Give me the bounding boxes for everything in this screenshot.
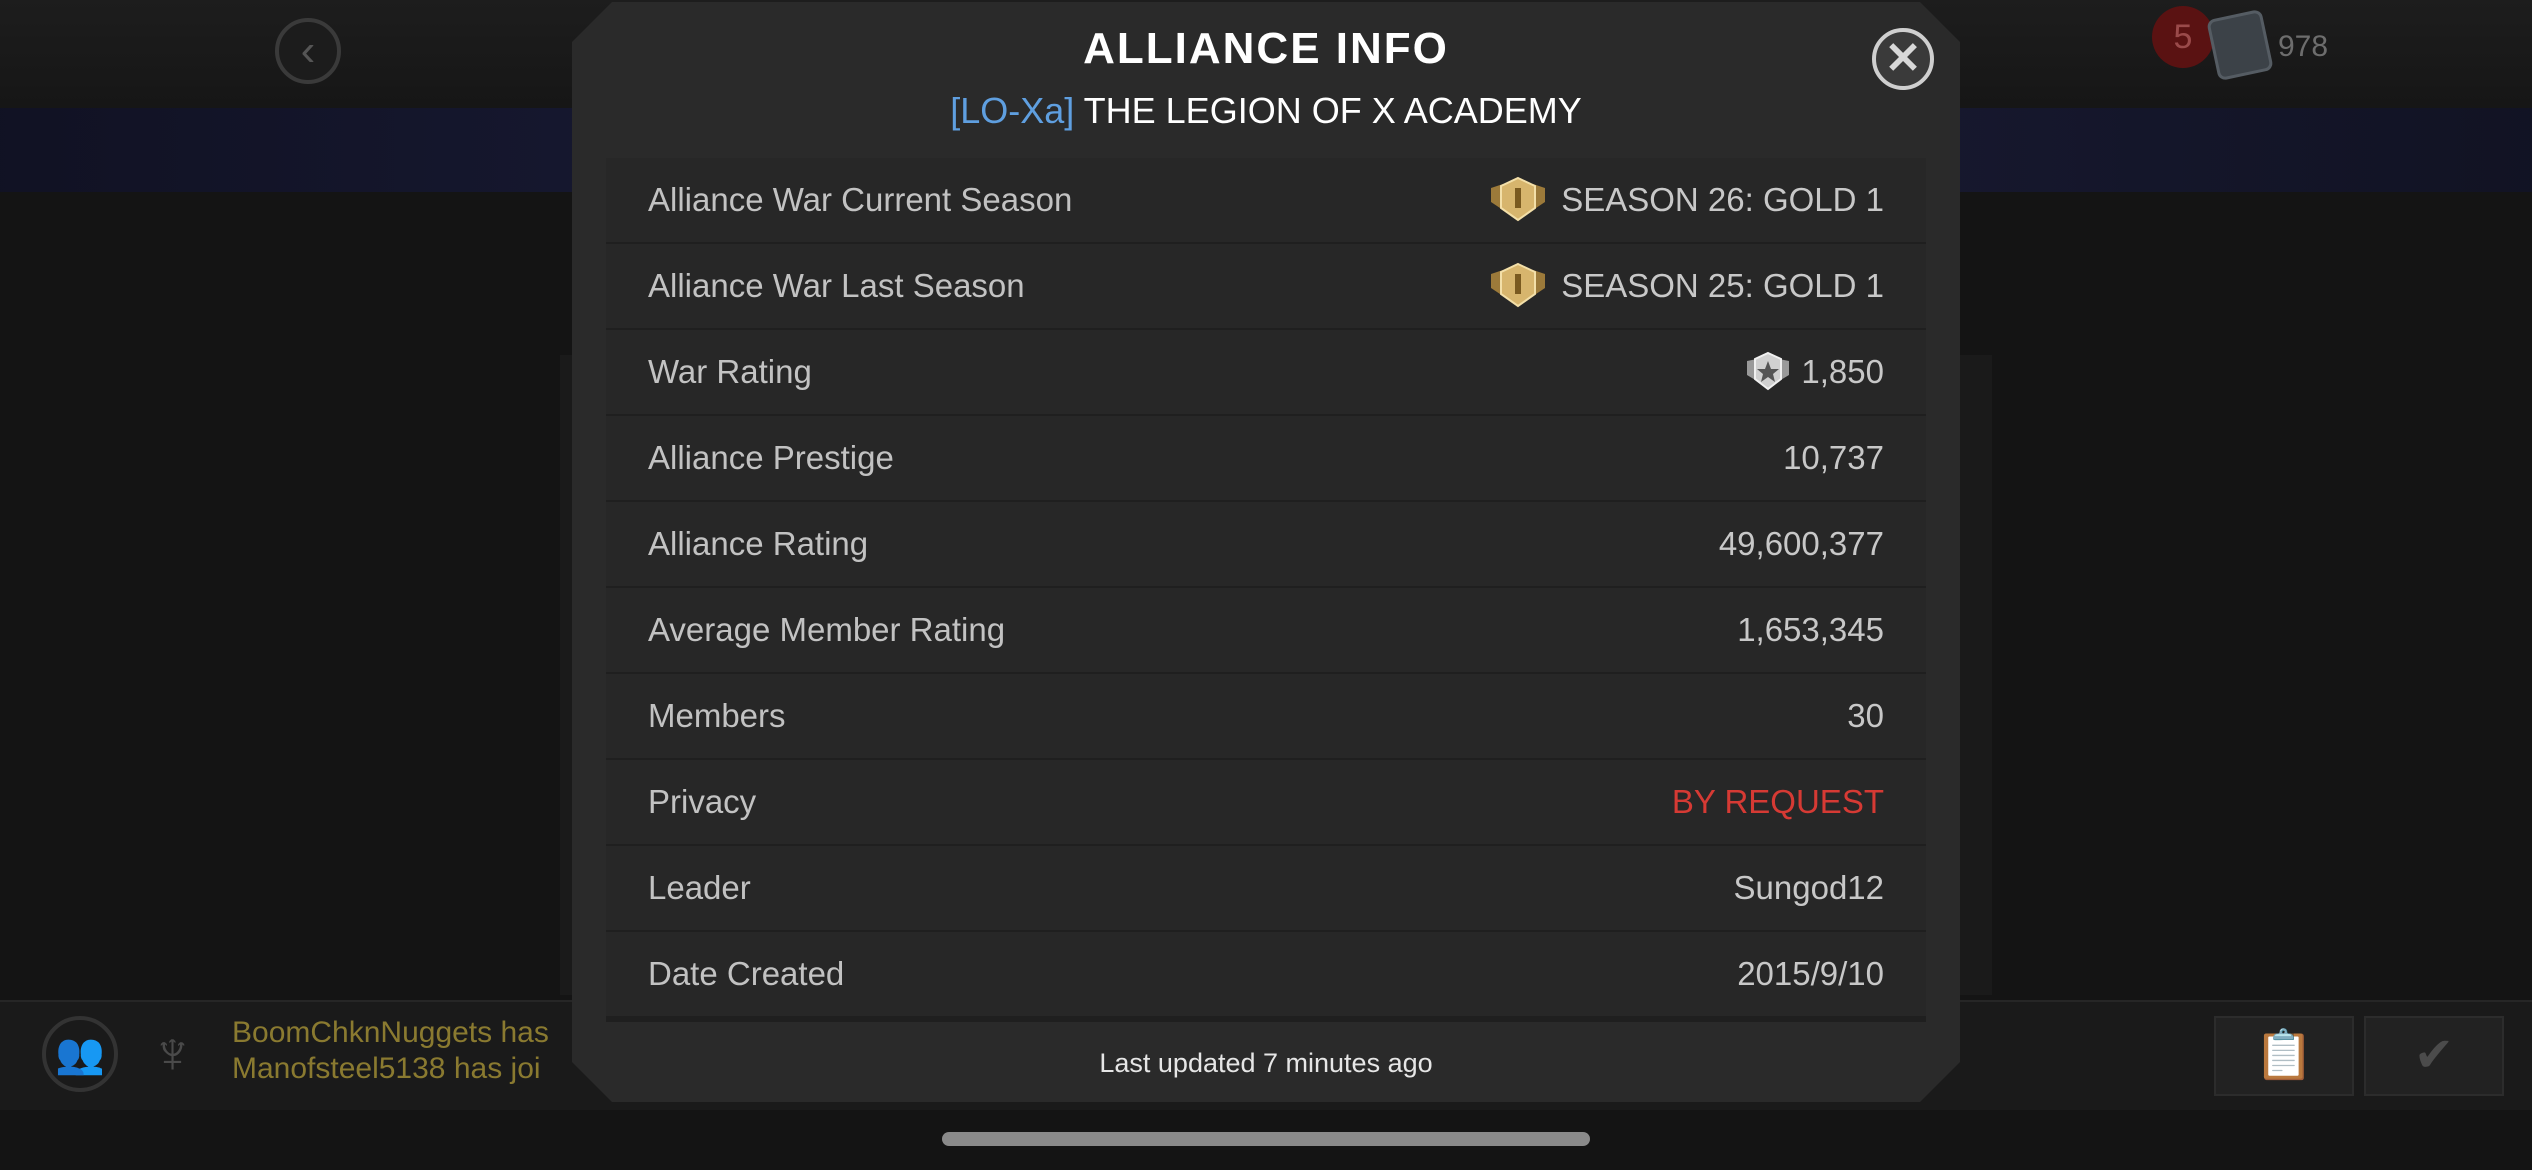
row-value: 1,850 xyxy=(1745,330,1884,414)
row-value: 2015/9/10 xyxy=(1737,955,1884,992)
gold-rank-badge-icon xyxy=(1491,263,1546,308)
season-value: SEASON 25: GOLD 1 xyxy=(1561,267,1884,304)
row-label: Alliance War Current Season xyxy=(648,181,1073,218)
row-value: 1,653,345 xyxy=(1737,611,1884,648)
privacy-value: BY REQUEST xyxy=(1671,783,1884,820)
card-icon[interactable] xyxy=(2206,8,2274,82)
info-row-members: Members 30 xyxy=(606,674,1926,758)
alliance-emblem-icon: ♆ xyxy=(150,1019,195,1086)
row-value: SEASON 26: GOLD 1 xyxy=(1489,158,1884,242)
info-row-war-rating: War Rating 1,850 xyxy=(606,330,1926,414)
info-row-leader: Leader Sungod12 xyxy=(606,846,1926,930)
info-row-privacy: Privacy BY REQUEST xyxy=(606,760,1926,844)
row-label: Alliance Prestige xyxy=(648,439,894,476)
season-value: SEASON 26: GOLD 1 xyxy=(1561,181,1884,218)
alliance-name: THE LEGION OF X ACADEMY xyxy=(1083,90,1582,131)
row-value: 10,737 xyxy=(1783,439,1884,476)
last-updated-text: Last updated 7 minutes ago xyxy=(1099,1048,1433,1078)
alliance-info-modal: ALLIANCE INFO [LO-Xa] THE LEGION OF X AC… xyxy=(572,2,1960,1102)
home-indicator[interactable] xyxy=(942,1132,1590,1146)
row-label: Privacy xyxy=(648,783,757,820)
row-label: Alliance Rating xyxy=(648,525,869,562)
row-label: Members xyxy=(648,697,786,734)
card-count: 978 xyxy=(2278,30,2329,63)
row-value: SEASON 25: GOLD 1 xyxy=(1489,244,1884,328)
info-row-alliance-rating: Alliance Rating 49,600,377 xyxy=(606,502,1926,586)
gold-rank-badge-icon xyxy=(1491,177,1546,222)
members-icon[interactable]: 👥 xyxy=(42,1016,118,1092)
info-row-date-created: Date Created 2015/9/10 xyxy=(606,932,1926,1016)
alliance-name-line: [LO-Xa] THE LEGION OF X ACADEMY xyxy=(572,90,1960,132)
row-label: Average Member Rating xyxy=(648,611,1006,648)
close-icon[interactable]: ✕ xyxy=(1872,28,1934,90)
checkmark-icon[interactable]: ✔ xyxy=(2364,1016,2504,1096)
checklist-icon[interactable]: 📋 xyxy=(2214,1016,2354,1096)
feed-message: BoomChknNuggets has xyxy=(232,1016,549,1049)
row-label: War Rating xyxy=(648,353,812,390)
modal-title: ALLIANCE INFO xyxy=(1083,24,1449,73)
info-row-last-season: Alliance War Last Season SEASON 25: GOLD… xyxy=(606,244,1926,328)
row-label: Leader xyxy=(648,869,751,906)
war-rating-emblem-icon xyxy=(1747,352,1790,391)
notification-badge[interactable]: 5 xyxy=(2152,6,2214,68)
row-value: 49,600,377 xyxy=(1718,525,1884,562)
info-row-current-season: Alliance War Current Season SEASON 26: G… xyxy=(606,158,1926,242)
row-label: Alliance War Last Season xyxy=(648,267,1025,304)
leader-value[interactable]: Sungod12 xyxy=(1734,846,1884,930)
back-arrow-icon[interactable]: ‹ xyxy=(275,18,341,84)
row-label: Date Created xyxy=(648,955,845,992)
feed-message: Manofsteel5138 has joi xyxy=(232,1052,541,1085)
row-value: 30 xyxy=(1847,697,1884,734)
alliance-tag: [LO-Xa] xyxy=(950,90,1075,131)
info-row-avg-member-rating: Average Member Rating 1,653,345 xyxy=(606,588,1926,672)
info-table: Alliance War Current Season SEASON 26: G… xyxy=(606,158,1926,1022)
info-row-prestige: Alliance Prestige 10,737 xyxy=(606,416,1926,500)
war-rating-value: 1,850 xyxy=(1801,353,1884,390)
